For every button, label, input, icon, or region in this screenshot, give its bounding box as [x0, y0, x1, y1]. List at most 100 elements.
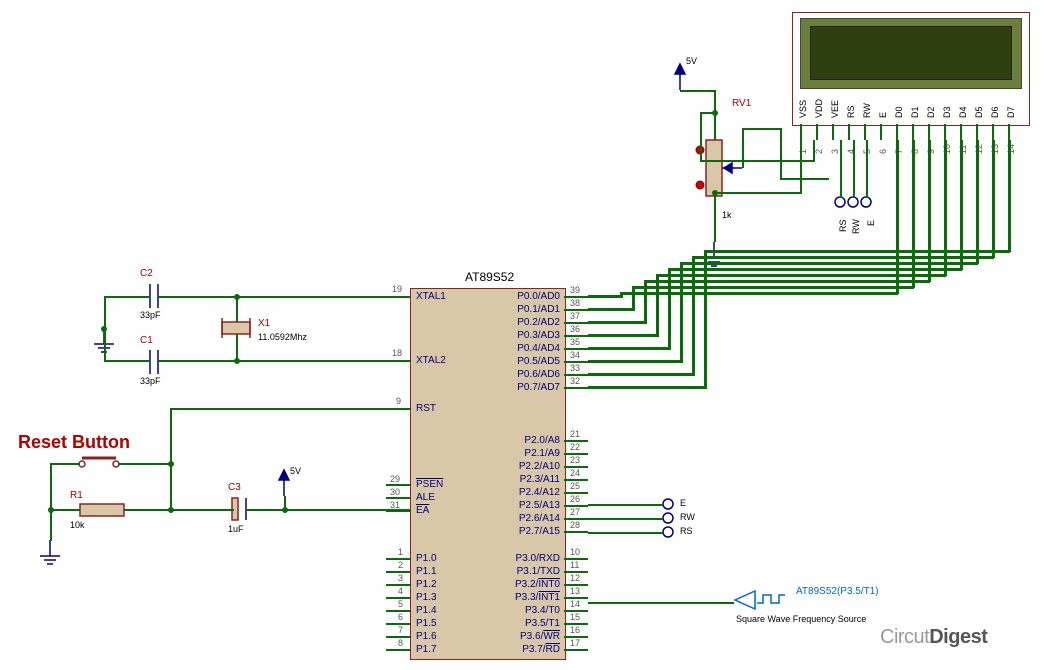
pin-num: 34 — [570, 350, 580, 360]
lcd-pin-name: D0 — [894, 106, 904, 118]
pin-num: 18 — [392, 348, 402, 358]
pin-num: 5 — [398, 599, 403, 609]
brand-watermark: CircutDigest — [880, 626, 987, 649]
pin-num: 7 — [398, 625, 403, 635]
v5b: 5V — [686, 56, 697, 66]
reset-button-label: Reset Button — [18, 432, 130, 453]
pin-name: P1.6 — [416, 631, 437, 642]
pin-name: P3.2/INT0 — [500, 579, 560, 590]
lcd-pin-name: VSS — [798, 100, 808, 118]
lcd-pin-name: RS — [846, 105, 856, 118]
lcd-pin-name: D3 — [942, 106, 952, 118]
lcd-pin-name: D5 — [974, 106, 984, 118]
pin-name: PSEN — [416, 479, 443, 490]
pin-num: 13 — [570, 586, 580, 596]
pin-name: P2.2/A10 — [500, 461, 560, 472]
lcd-pin-name: D1 — [910, 106, 920, 118]
pin-num: 17 — [570, 638, 580, 648]
pin-name: XTAL1 — [416, 291, 446, 302]
v5a: 5V — [290, 466, 301, 476]
pin-num: 11 — [570, 560, 579, 570]
pin-name: P2.4/A12 — [500, 487, 560, 498]
c2-val: 33pF — [140, 310, 161, 320]
c1-ref: C1 — [140, 335, 153, 346]
pin-num: 21 — [570, 429, 580, 439]
r1-val: 10k — [70, 520, 85, 530]
pin-name: P0.3/AD3 — [500, 330, 560, 341]
lcd-pin-num: 2 — [814, 149, 824, 154]
pin-name: P3.5/T1 — [500, 618, 560, 629]
pin-name: P3.7/RD — [500, 644, 560, 655]
pin-num: 4 — [398, 586, 403, 596]
pin-name: ALE — [416, 492, 435, 503]
lcd-pin-name: VDD — [814, 99, 824, 118]
pin-num: 8 — [398, 638, 403, 648]
lcd-pin-name: D7 — [1006, 106, 1016, 118]
pin-num: 26 — [570, 494, 580, 504]
lcd-pin-name: RW — [862, 103, 872, 118]
lcd-pin-name: D4 — [958, 106, 968, 118]
pin-name: P0.6/AD6 — [500, 369, 560, 380]
pin-name: XTAL2 — [416, 355, 446, 366]
lcd-pin-num: 3 — [830, 149, 840, 154]
chip-title: AT89S52 — [465, 270, 514, 284]
pin-num: 15 — [570, 612, 580, 622]
pin-name: P3.0/RXD — [500, 553, 560, 564]
pin-num: 38 — [570, 298, 580, 308]
lcd-pin-name: VEE — [830, 100, 840, 118]
tag-rw-v: RW — [851, 219, 861, 234]
r1-ref: R1 — [70, 490, 83, 501]
pin-num: 2 — [398, 560, 403, 570]
pin-num: 23 — [570, 455, 580, 465]
tag-rw: RW — [680, 512, 695, 522]
pin-name: P2.6/A14 — [500, 513, 560, 524]
c1-val: 33pF — [140, 376, 161, 386]
lcd-pin-name: D6 — [990, 106, 1000, 118]
pin-name: P2.5/A13 — [500, 500, 560, 511]
tag-rs: RS — [680, 526, 693, 536]
lcd-pin-num: 6 — [878, 149, 888, 154]
pin-name: P1.5 — [416, 618, 437, 629]
c2-ref: C2 — [140, 268, 153, 279]
tag-e: E — [680, 498, 686, 508]
pin-name: P0.1/AD1 — [500, 304, 560, 315]
pin-num: 28 — [570, 520, 580, 530]
pin-name: P1.3 — [416, 592, 437, 603]
pin-num: 3 — [398, 573, 403, 583]
pin-name: EA — [416, 505, 429, 516]
pin-num: 32 — [570, 376, 580, 386]
pin-name: P3.4/T0 — [500, 605, 560, 616]
pin-name: P0.5/AD5 — [500, 356, 560, 367]
c3-ref: C3 — [228, 482, 241, 493]
lcd-screen — [810, 26, 1012, 80]
pin-num: 22 — [570, 442, 580, 452]
pin-name: P1.4 — [416, 605, 437, 616]
pin-num: 27 — [570, 507, 580, 517]
pin-num: 24 — [570, 468, 580, 478]
pin-num: 6 — [398, 612, 403, 622]
pin-name: P1.1 — [416, 566, 437, 577]
pin-name: P2.1/A9 — [500, 448, 560, 459]
pin-name: P2.7/A15 — [500, 526, 560, 537]
pin-num: 35 — [570, 337, 580, 347]
tag-rs-v: RS — [838, 219, 848, 232]
pin-name: P1.7 — [416, 644, 437, 655]
pin-name: P0.0/AD0 — [500, 291, 560, 302]
pin-num: 9 — [396, 396, 401, 406]
pin-num: 30 — [390, 487, 400, 497]
pin-name: P0.7/AD7 — [500, 382, 560, 393]
pin-num: 31 — [390, 500, 400, 510]
pin-num: 10 — [570, 547, 580, 557]
pin-name: P3.1/TXD — [500, 566, 560, 577]
pin-name: P0.4/AD4 — [500, 343, 560, 354]
pin-num: 29 — [390, 474, 400, 484]
rv1-val: 1k — [722, 210, 732, 220]
pin-name: P1.0 — [416, 553, 437, 564]
pin-name: RST — [416, 403, 436, 414]
pin-name: P2.3/A11 — [500, 474, 560, 485]
pin-name: P3.6/WR — [500, 631, 560, 642]
x1-ref: X1 — [258, 318, 270, 329]
pin-name: P1.2 — [416, 579, 437, 590]
lcd-pin-name: D2 — [926, 106, 936, 118]
sig-chip-label: AT89S52(P3.5/T1) — [796, 586, 879, 597]
